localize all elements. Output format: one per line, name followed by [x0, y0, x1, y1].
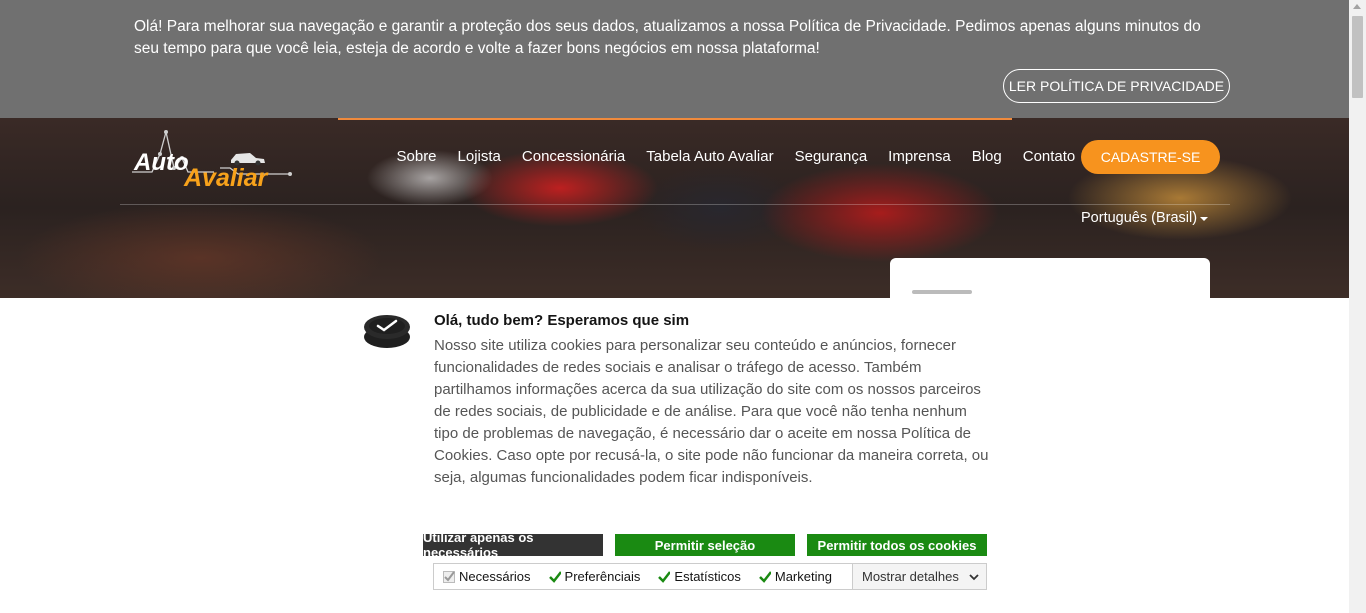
- scroll-up-arrow-icon[interactable]: [1353, 4, 1361, 9]
- nav-contato[interactable]: Contato: [1012, 146, 1086, 168]
- hero-header: Auto Avaliar Sobre Lojista Concessionári…: [0, 118, 1349, 298]
- cookie-dialog-title: Olá, tudo bem? Esperamos que sim: [434, 312, 690, 329]
- language-selector[interactable]: Português (Brasil): [1081, 210, 1209, 226]
- checkbox-necessary-label: Necessários: [459, 569, 531, 584]
- login-card-heading: [912, 290, 972, 294]
- main-nav: Sobre Lojista Concessionária Tabela Auto…: [386, 146, 1086, 168]
- checkbox-statistics-label: Estatísticos: [674, 569, 741, 584]
- checkbox-marketing-label: Marketing: [774, 569, 832, 584]
- allow-all-cookies-button[interactable]: Permitir todos os cookies: [807, 534, 987, 556]
- nav-lojista[interactable]: Lojista: [447, 146, 511, 168]
- chevron-down-icon: [969, 573, 979, 580]
- svg-text:Auto: Auto: [133, 149, 189, 176]
- nav-tabela-auto-avaliar[interactable]: Tabela Auto Avaliar: [636, 146, 784, 168]
- use-necessary-only-button[interactable]: Utilizar apenas os necessários: [423, 530, 603, 560]
- nav-concessionaria[interactable]: Concessionária: [511, 146, 635, 168]
- hero-accent-line: [338, 118, 1012, 120]
- check-icon: [548, 570, 561, 583]
- nav-seguranca[interactable]: Segurança: [784, 146, 878, 168]
- checkbox-preferences-label: Preferênciais: [564, 569, 641, 584]
- show-details-label: Mostrar detalhes: [862, 569, 959, 584]
- header-divider: [120, 204, 1230, 205]
- login-card: [890, 258, 1210, 298]
- caret-down-icon: [1200, 217, 1209, 221]
- auto-avaliar-logo[interactable]: Auto Avaliar: [130, 128, 295, 192]
- nav-blog[interactable]: Blog: [961, 146, 1012, 168]
- signup-button[interactable]: CADASTRE-SE: [1081, 140, 1220, 174]
- language-label: Português (Brasil): [1081, 210, 1198, 226]
- read-privacy-policy-button[interactable]: LER POLÍTICA DE PRIVACIDADE: [1003, 69, 1230, 103]
- checkbox-statistics[interactable]: Estatísticos: [658, 569, 741, 584]
- checkbox-preferences[interactable]: Preferênciais: [548, 569, 641, 584]
- check-icon: [443, 570, 455, 583]
- nav-imprensa[interactable]: Imprensa: [878, 146, 962, 168]
- nav-sobre[interactable]: Sobre: [386, 146, 447, 168]
- cookie-dialog-body: Nosso site utiliza cookies para personal…: [434, 337, 989, 486]
- privacy-banner-text: Olá! Para melhorar sua navegação e garan…: [134, 18, 1201, 57]
- show-details-toggle[interactable]: Mostrar detalhes: [852, 564, 986, 589]
- cookie-category-checkboxes: Necessários Preferênciais Estatísticos M…: [433, 563, 987, 590]
- checkbox-necessary[interactable]: Necessários: [443, 569, 531, 584]
- checkbox-marketing[interactable]: Marketing: [758, 569, 832, 584]
- allow-selection-button[interactable]: Permitir seleção: [615, 534, 795, 556]
- check-icon: [658, 570, 671, 583]
- privacy-banner: Olá! Para melhorar sua navegação e garan…: [0, 0, 1349, 118]
- scroll-thumb[interactable]: [1352, 16, 1363, 98]
- svg-text:Avaliar: Avaliar: [183, 164, 269, 192]
- check-icon: [758, 570, 771, 583]
- page-scrollbar[interactable]: [1349, 0, 1366, 613]
- cookie-consent-panel: Olá, tudo bem? Esperamos que sim Nosso s…: [0, 298, 1349, 613]
- cookie-consent-icon: [364, 315, 410, 348]
